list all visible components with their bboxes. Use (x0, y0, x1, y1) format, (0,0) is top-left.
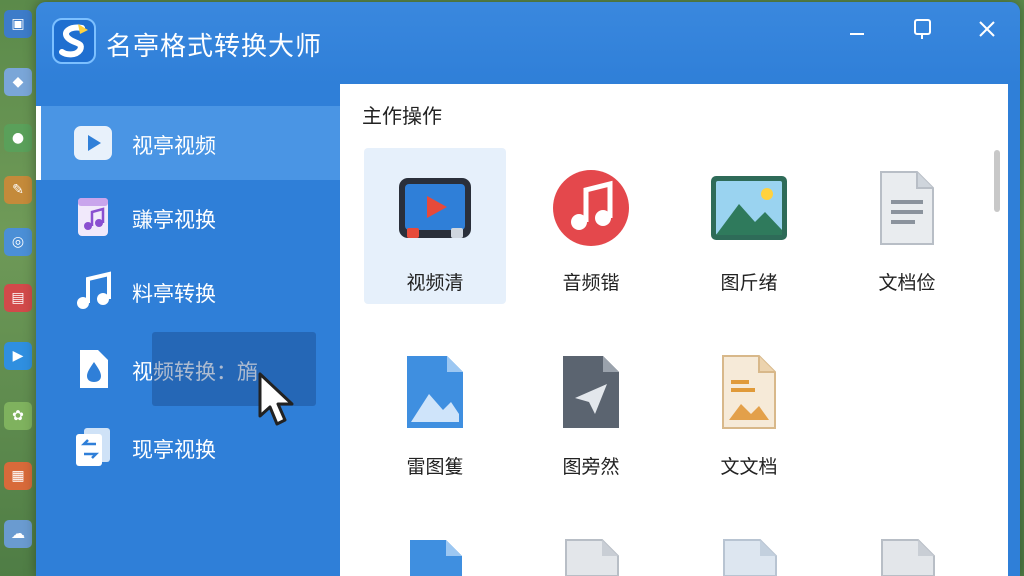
video-play-icon (74, 126, 112, 160)
partial-file-icon[interactable] (562, 536, 622, 576)
desktop-app-icon[interactable]: ▣ (4, 10, 32, 38)
tile-image-file[interactable]: 雷图篗 (364, 332, 506, 488)
send-file-icon (563, 356, 619, 428)
tile-audio[interactable]: 音频锴 (520, 148, 662, 304)
desktop-app-icon[interactable]: ◎ (4, 228, 32, 256)
tile-send-file[interactable]: 图旁然 (520, 332, 662, 488)
partial-file-icon[interactable] (406, 536, 466, 576)
landscape-image-icon (711, 176, 787, 240)
maximize-icon (914, 19, 931, 39)
sidebar-item-video[interactable]: 视亭视频 (36, 106, 340, 180)
sidebar: 视亭视频 豏亭视换 料亭转换 视频转换：旓 现亭视换 (36, 84, 340, 576)
minimize-button[interactable] (840, 16, 874, 42)
tile-label: 文档俭 (878, 272, 936, 294)
desktop-app-icon[interactable]: ▦ (4, 462, 32, 490)
tile-label: 雷图篗 (406, 456, 464, 478)
convert-file-icon (76, 428, 110, 466)
text-image-file-icon (722, 355, 776, 429)
tile-label: 视频清 (406, 272, 464, 294)
tile-label: 图斤绪 (720, 272, 778, 294)
desktop-app-icon[interactable]: ✎ (4, 176, 32, 204)
partial-file-icon[interactable] (720, 536, 780, 576)
close-icon (979, 21, 995, 37)
main-panel: 主作操作 视频清 音频锴 图斤绪 文档俭 雷图篗 图旁然 文文档 (340, 84, 1008, 576)
section-title: 主作操作 (362, 104, 442, 128)
tile-text-file[interactable]: 文文档 (678, 332, 820, 488)
scrollbar-thumb[interactable] (994, 150, 1000, 212)
sidebar-item-label: 视亭视频 (132, 134, 216, 158)
music-file-icon (78, 198, 108, 236)
music-note-icon (77, 271, 111, 309)
drop-file-icon (80, 350, 108, 388)
desktop-app-icon[interactable]: ● (4, 124, 32, 152)
tile-label: 文文档 (720, 456, 778, 478)
maximize-button[interactable] (906, 16, 940, 42)
sidebar-item-audio[interactable]: 豏亭视换 (36, 180, 340, 254)
desktop-app-icon[interactable]: ◆ (4, 68, 32, 96)
mouse-cursor-icon (258, 372, 294, 426)
music-circle-icon (553, 170, 629, 246)
sidebar-item-label: 豏亭视换 (132, 208, 216, 232)
video-player-icon (399, 178, 471, 238)
sidebar-item-material[interactable]: 料亭转换 (36, 254, 340, 328)
title-bar[interactable]: 名亭格式转换大师 (36, 2, 1020, 84)
app-logo-icon (52, 18, 96, 64)
partial-file-icon[interactable] (878, 536, 938, 576)
desktop-app-icon[interactable]: ▤ (4, 284, 32, 312)
close-button[interactable] (970, 16, 1004, 42)
app-window: 名亭格式转换大师 视亭视频 豏亭视换 料亭转换 视频转换：旓 现亭视换 主作操作… (36, 2, 1020, 576)
tile-video[interactable]: 视频清 (364, 148, 506, 304)
app-title: 名亭格式转换大师 (106, 32, 323, 62)
tile-label: 音频锴 (562, 272, 620, 294)
desktop-app-icon[interactable]: ☁ (4, 520, 32, 548)
desktop-icon-strip: ▣ ◆ ● ✎ ◎ ▤ ▶ ✿ ▦ ☁ (0, 0, 36, 576)
tile-label: 图旁然 (562, 456, 620, 478)
document-icon (880, 171, 934, 245)
desktop-app-icon[interactable]: ✿ (4, 402, 32, 430)
sidebar-item-label: 现亭视换 (132, 438, 216, 462)
desktop-app-icon[interactable]: ▶ (4, 342, 32, 370)
sidebar-item-label: 料亭转换 (132, 282, 216, 306)
minimize-icon (850, 33, 864, 35)
tile-image[interactable]: 图斤绪 (678, 148, 820, 304)
tile-document[interactable]: 文档俭 (836, 148, 978, 304)
image-file-icon (407, 356, 463, 428)
